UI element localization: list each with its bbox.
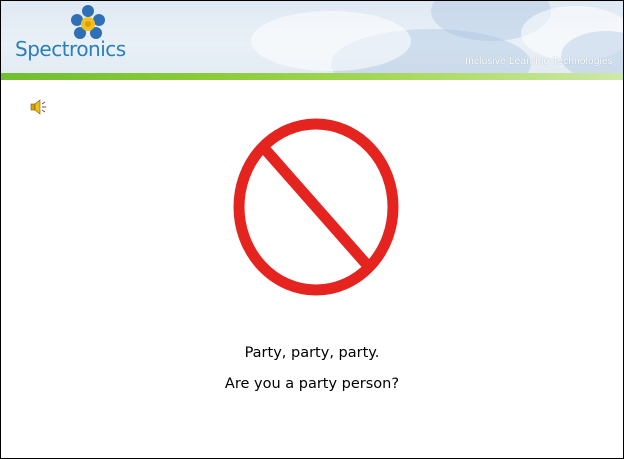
header-banner: Spectronics Inclusive Learning Technolog… [1,1,623,79]
logo-text: Spectronics [15,37,126,61]
speaker-icon[interactable] [30,99,48,115]
slide: Spectronics Inclusive Learning Technolog… [0,0,624,459]
header-accent-bar [1,73,623,80]
banner-decoration [251,11,411,71]
tagline: Inclusive Learning Technologies [465,56,613,67]
caption-line-2: Are you a party person? [224,376,400,392]
prohibition-sign-icon [233,118,399,296]
caption-line-1: Party, party, party. [244,345,380,361]
